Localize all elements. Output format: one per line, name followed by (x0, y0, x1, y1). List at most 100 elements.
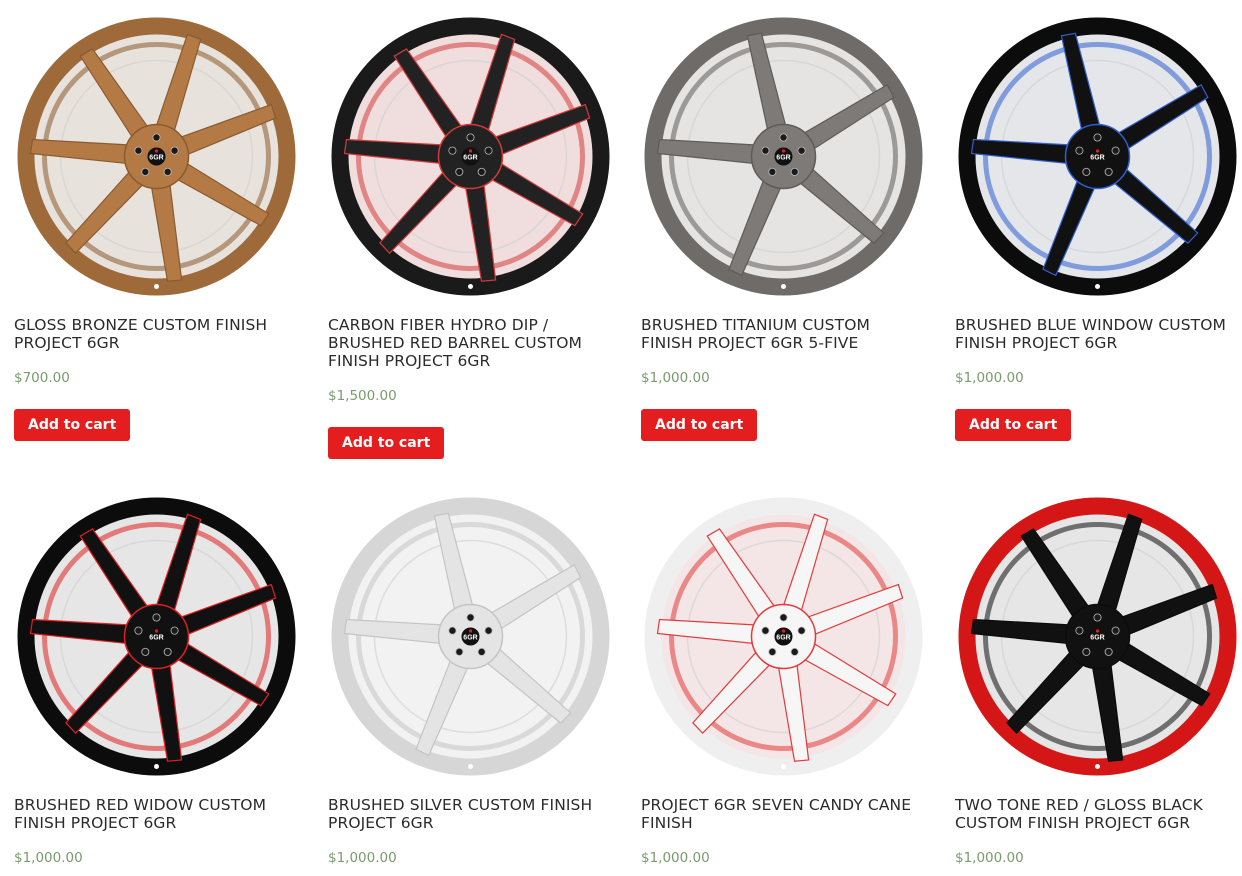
center-cap-dot (468, 629, 473, 633)
center-cap-logo: 6GR (149, 635, 163, 642)
add-to-cart-button[interactable]: Add to cart (14, 409, 131, 441)
valve-hole (154, 284, 159, 289)
lug-hole (1104, 647, 1113, 656)
lug-hole (779, 613, 788, 622)
valve-hole (781, 284, 786, 289)
center-cap-dot (1095, 149, 1100, 153)
wheel-image: 6GR (17, 17, 296, 296)
lug-hole (761, 146, 770, 155)
product-price: $700.00 (14, 370, 70, 386)
valve-hole (1095, 284, 1100, 289)
product-image-link[interactable]: 6GR (955, 14, 1240, 299)
center-cap-dot (781, 629, 786, 633)
center-cap-dot (154, 149, 159, 153)
lug-hole (466, 133, 475, 142)
product-image-link[interactable]: 6GR (328, 14, 613, 299)
valve-hole (781, 764, 786, 769)
product-image-link[interactable]: 6GR (641, 14, 926, 299)
lug-hole (797, 626, 806, 635)
product-price: $1,000.00 (328, 850, 397, 866)
lug-hole (152, 133, 161, 142)
product-title[interactable]: BRUSHED RED WIDOW CUSTOM FINISH PROJECT … (14, 796, 299, 832)
lug-hole (1093, 613, 1102, 622)
lug-hole (1075, 146, 1084, 155)
lug-hole (779, 133, 788, 142)
lug-hole (455, 167, 464, 176)
center-cap-dot (154, 629, 159, 633)
product-image-link[interactable]: 6GR (14, 14, 299, 299)
wheel-image: 6GR (17, 497, 296, 776)
lug-hole (797, 146, 806, 155)
product-title[interactable]: GLOSS BRONZE CUSTOM FINISH PROJECT 6GR (14, 316, 299, 352)
lug-hole (163, 167, 172, 176)
lug-hole (790, 647, 799, 656)
valve-hole (468, 764, 473, 769)
center-cap-logo: 6GR (463, 635, 477, 642)
product-title[interactable]: CARBON FIBER HYDRO DIP / BRUSHED RED BAR… (328, 316, 613, 370)
lug-hole (768, 647, 777, 656)
add-to-cart-button[interactable]: Add to cart (641, 409, 758, 441)
lug-hole (1082, 167, 1091, 176)
lug-hole (768, 167, 777, 176)
wheel-image: 6GR (958, 497, 1237, 776)
lug-hole (790, 167, 799, 176)
product-image-link[interactable]: 6GR (14, 494, 299, 779)
product-title[interactable]: BRUSHED SILVER CUSTOM FINISH PROJECT 6GR (328, 796, 613, 832)
product-image-link[interactable]: 6GR (641, 494, 926, 779)
wheel-image: 6GR (331, 17, 610, 296)
lug-hole (477, 167, 486, 176)
product-title[interactable]: TWO TONE RED / GLOSS BLACK CUSTOM FINISH… (955, 796, 1240, 832)
valve-hole (1095, 764, 1100, 769)
lug-hole (1111, 146, 1120, 155)
lug-hole (448, 626, 457, 635)
product-title[interactable]: BRUSHED TITANIUM CUSTOM FINISH PROJECT 6… (641, 316, 926, 352)
lug-hole (484, 146, 493, 155)
center-cap-dot (1095, 629, 1100, 633)
lug-hole (1093, 133, 1102, 142)
lug-hole (1075, 626, 1084, 635)
lug-hole (170, 146, 179, 155)
lug-hole (455, 647, 464, 656)
center-cap-logo: 6GR (463, 155, 477, 162)
lug-hole (170, 626, 179, 635)
valve-hole (468, 284, 473, 289)
wheel-image: 6GR (331, 497, 610, 776)
product-image-link[interactable]: 6GR (328, 494, 613, 779)
center-cap-logo: 6GR (1090, 155, 1104, 162)
lug-hole (134, 146, 143, 155)
lug-hole (152, 613, 161, 622)
lug-hole (141, 647, 150, 656)
lug-hole (141, 167, 150, 176)
lug-hole (1082, 647, 1091, 656)
product-title[interactable]: PROJECT 6GR SEVEN CANDY CANE FINISH (641, 796, 926, 832)
add-to-cart-button[interactable]: Add to cart (955, 409, 1072, 441)
product-price: $1,500.00 (328, 388, 397, 404)
product-price: $1,000.00 (955, 850, 1024, 866)
lug-hole (448, 146, 457, 155)
product-price: $1,000.00 (955, 370, 1024, 386)
lug-hole (761, 626, 770, 635)
center-cap-logo: 6GR (1090, 635, 1104, 642)
center-cap-logo: 6GR (149, 155, 163, 162)
product-image-link[interactable]: 6GR (955, 494, 1240, 779)
wheel-image: 6GR (958, 17, 1237, 296)
lug-hole (466, 613, 475, 622)
center-cap-dot (781, 149, 786, 153)
add-to-cart-button[interactable]: Add to cart (328, 427, 445, 459)
center-cap-logo: 6GR (776, 155, 790, 162)
wheel-image: 6GR (644, 497, 923, 776)
lug-hole (477, 647, 486, 656)
center-cap-dot (468, 149, 473, 153)
center-cap-logo: 6GR (776, 635, 790, 642)
valve-hole (154, 764, 159, 769)
lug-hole (1111, 626, 1120, 635)
product-price: $1,000.00 (641, 370, 710, 386)
lug-hole (163, 647, 172, 656)
wheel-image: 6GR (644, 17, 923, 296)
product-title[interactable]: BRUSHED BLUE WINDOW CUSTOM FINISH PROJEC… (955, 316, 1240, 352)
product-price: $1,000.00 (14, 850, 83, 866)
lug-hole (1104, 167, 1113, 176)
lug-hole (134, 626, 143, 635)
product-price: $1,000.00 (641, 850, 710, 866)
lug-hole (484, 626, 493, 635)
